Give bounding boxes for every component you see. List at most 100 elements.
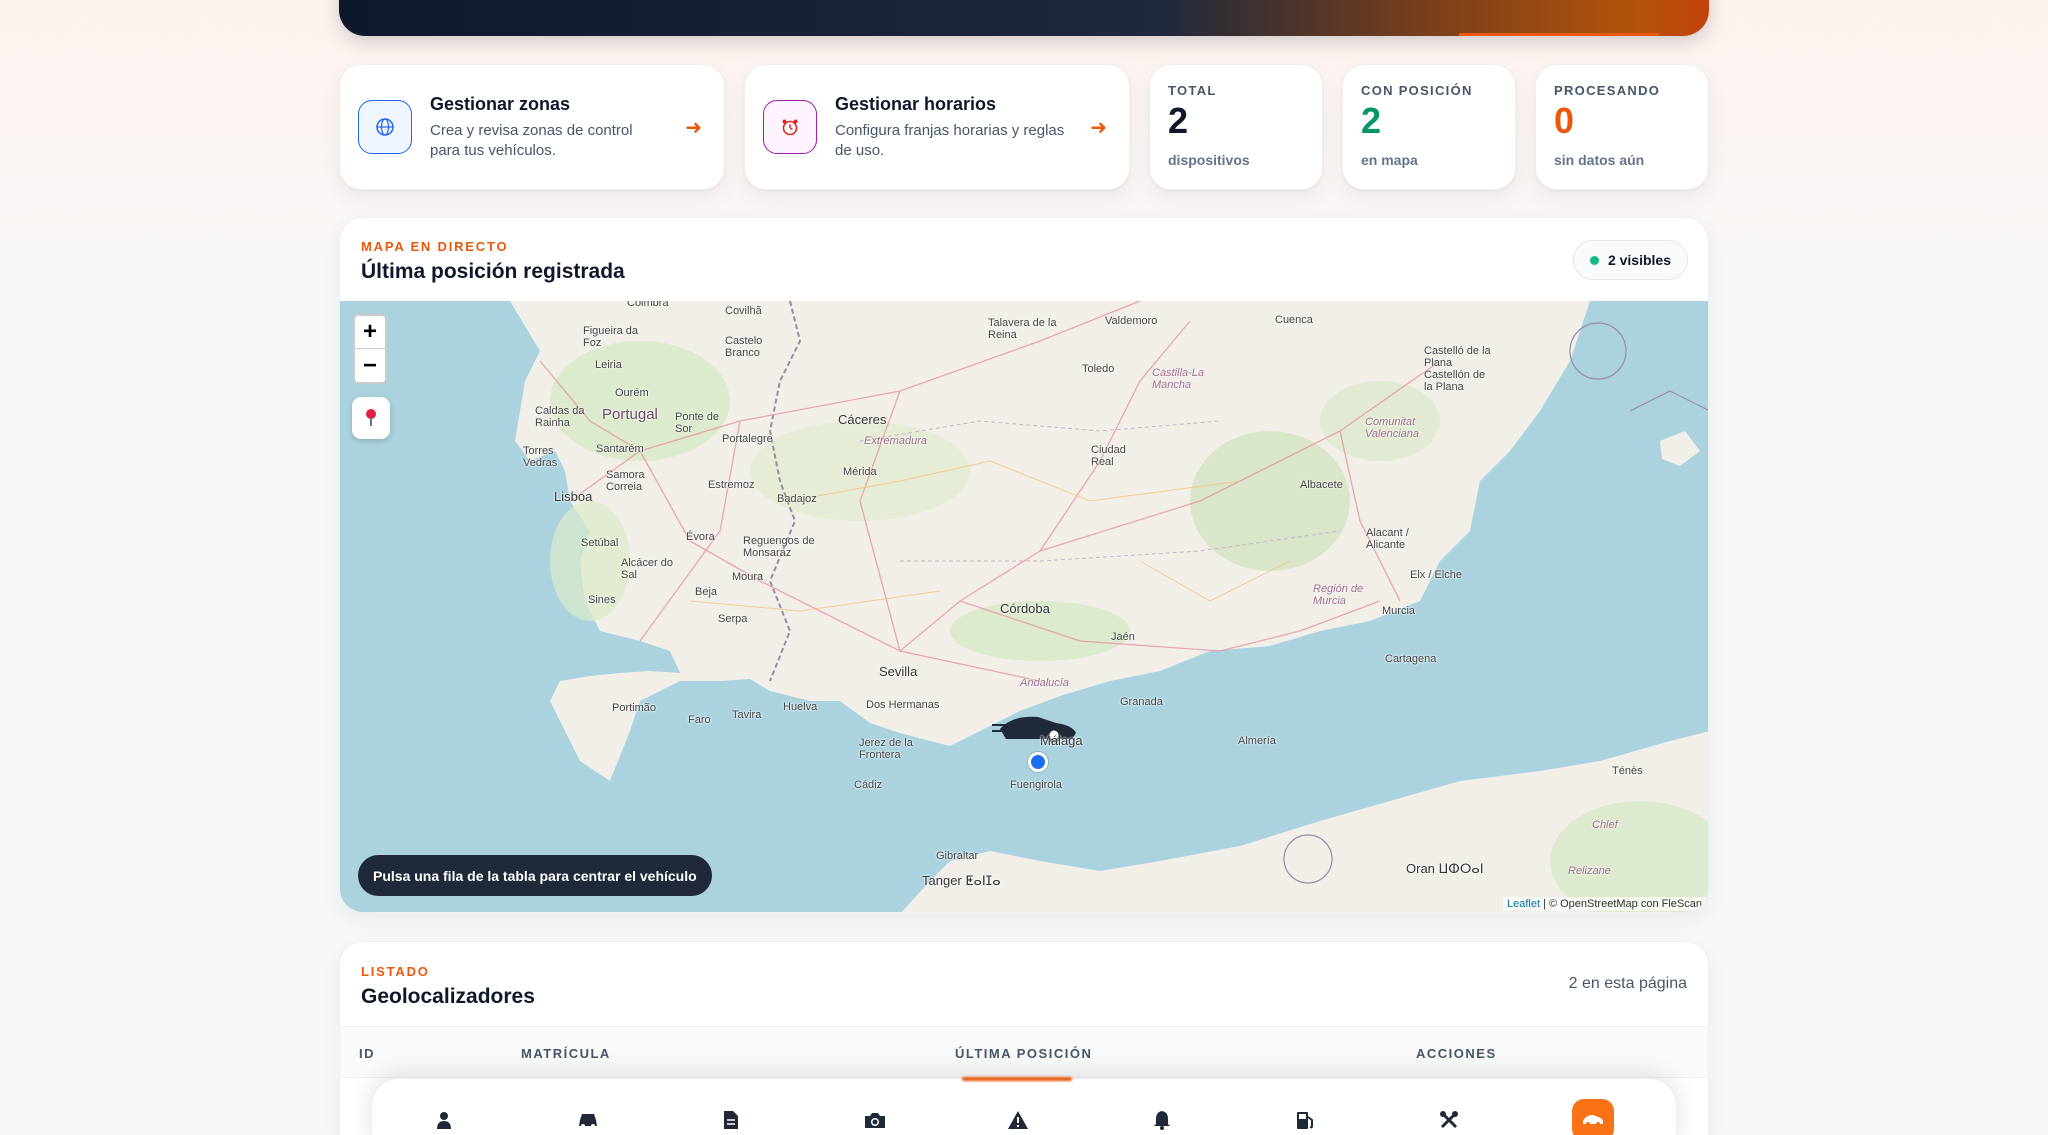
arrow-right-icon: ➜ bbox=[685, 116, 702, 139]
manage-schedules-title: Gestionar horarios bbox=[835, 93, 997, 114]
stat-sub: dispositivos bbox=[1168, 152, 1250, 168]
stat-value: 0 bbox=[1554, 100, 1575, 141]
manage-zones-card[interactable]: Gestionar zonas Crea y revisa zonas de c… bbox=[339, 64, 725, 190]
map-place-label: Extremadura bbox=[864, 435, 927, 447]
stat-sub: en mapa bbox=[1361, 152, 1418, 168]
stat-label: PROCESANDO bbox=[1554, 83, 1661, 98]
hero-banner bbox=[339, 0, 1709, 36]
map-kicker: MAPA EN DIRECTO bbox=[361, 239, 509, 254]
warning-icon[interactable] bbox=[997, 1099, 1039, 1135]
status-dot-icon bbox=[1589, 255, 1599, 265]
vehicle-icon[interactable] bbox=[1572, 1099, 1614, 1135]
vehicle-position-marker[interactable] bbox=[1028, 752, 1048, 772]
manage-schedules-desc: Configura franjas horarias y reglas de u… bbox=[835, 121, 1065, 159]
table-header: ID MATRÍCULA ÚLTIMA POSICIÓN ACCIONES bbox=[340, 1026, 1708, 1078]
fuel-icon[interactable] bbox=[1284, 1099, 1326, 1135]
map-place-label: Málaga bbox=[1040, 733, 1083, 748]
map-place-label: Andalucía bbox=[1020, 677, 1069, 689]
document-icon[interactable] bbox=[710, 1099, 752, 1135]
camera-icon[interactable] bbox=[854, 1099, 896, 1135]
map-place-label: Alacant / Alicante bbox=[1366, 527, 1409, 551]
map-place-label: Sevilla bbox=[879, 664, 918, 679]
map-place-label: Castelo Branco bbox=[725, 335, 763, 359]
map-place-label: Moura bbox=[732, 571, 764, 583]
map-place-label: Cuenca bbox=[1275, 314, 1313, 326]
map-place-label: Mérida bbox=[843, 466, 877, 478]
manage-zones-desc: Crea y revisa zonas de control para tus … bbox=[430, 121, 633, 159]
map-title: Última posición registrada bbox=[361, 260, 625, 283]
map-place-label: Cartagena bbox=[1385, 653, 1437, 665]
map-place-label: Samora Correia bbox=[606, 469, 645, 493]
map-place-label: Évora bbox=[686, 531, 715, 543]
bell-icon[interactable] bbox=[1141, 1099, 1183, 1135]
map-place-label: Toledo bbox=[1082, 363, 1115, 375]
map-place-label: Chlef bbox=[1592, 819, 1618, 831]
zoom-in-button[interactable]: + bbox=[355, 316, 385, 349]
visible-count-label: 2 visibles bbox=[1607, 252, 1671, 268]
map-place-label: Faro bbox=[688, 714, 711, 726]
map-place-label: Jaén bbox=[1111, 631, 1135, 643]
arrow-right-icon: ➜ bbox=[1090, 116, 1107, 139]
car-icon[interactable] bbox=[567, 1099, 609, 1135]
map-place-label: Castilla-La Mancha bbox=[1152, 367, 1204, 391]
map-place-label: Córdoba bbox=[1000, 601, 1050, 616]
map-place-label: Dos Hermanas bbox=[866, 699, 940, 711]
column-header-id[interactable]: ID bbox=[359, 1046, 375, 1061]
page-count-label: 2 en esta página bbox=[1568, 975, 1687, 992]
stat-label: CON POSICIÓN bbox=[1361, 83, 1473, 98]
map-place-label: Valdemoro bbox=[1105, 315, 1158, 327]
map-place-label: Albacete bbox=[1300, 479, 1343, 491]
map-place-label: Setúbal bbox=[581, 537, 619, 549]
map-place-label: Portugal bbox=[602, 406, 658, 423]
map-place-label: Talavera de la Reina bbox=[988, 317, 1057, 341]
map-place-label: Tavira bbox=[732, 709, 762, 721]
stat-with-position-card: CON POSICIÓN 2 en mapa bbox=[1342, 64, 1516, 190]
stat-value: 2 bbox=[1168, 100, 1189, 141]
visible-count-badge: 2 visibles bbox=[1572, 240, 1688, 280]
map-place-label: Portalegre bbox=[722, 433, 773, 445]
user-icon[interactable] bbox=[423, 1099, 465, 1135]
map-place-label: Leiria bbox=[595, 359, 622, 371]
map-canvas[interactable]: Coimbra Covilhã Figueira da Foz Leiria O… bbox=[340, 301, 1708, 912]
map-place-label: Santarém bbox=[596, 443, 644, 455]
zoom-control: + − bbox=[353, 314, 387, 384]
tools-icon[interactable] bbox=[1428, 1099, 1470, 1135]
map-place-label: Gibraltar bbox=[936, 850, 979, 862]
list-title: Geolocalizadores bbox=[361, 985, 535, 1008]
map-place-label: Reguengos de Monsaraz bbox=[743, 535, 815, 559]
map-place-label: Caldas da Rainha bbox=[535, 405, 585, 429]
map-place-label: Figueira da Foz bbox=[583, 325, 639, 349]
map-hint-label: Pulsa una fila de la tabla para centrar … bbox=[358, 855, 712, 896]
map-place-label: Granada bbox=[1120, 696, 1163, 708]
stat-processing-card: PROCESANDO 0 sin datos aún bbox=[1535, 64, 1709, 190]
column-header-actions: ACCIONES bbox=[1416, 1046, 1497, 1061]
map-place-label: Ponte de Sor bbox=[675, 411, 720, 435]
map-attribution: Leaflet | © OpenStreetMap con FleScan bbox=[1502, 897, 1706, 911]
column-header-last-position[interactable]: ÚLTIMA POSICIÓN bbox=[955, 1046, 1092, 1061]
map-place-label: Alcácer do Sal bbox=[621, 557, 673, 581]
map-place-label: Cáceres bbox=[838, 412, 887, 427]
stat-label: TOTAL bbox=[1168, 83, 1217, 98]
zoom-out-button[interactable]: − bbox=[355, 349, 385, 382]
locate-button[interactable] bbox=[352, 397, 390, 439]
map-place-label: Cádiz bbox=[854, 779, 883, 791]
column-header-plate[interactable]: MATRÍCULA bbox=[521, 1046, 611, 1061]
map-place-label: Oran ⵡⵀⵔⴰⵏ bbox=[1406, 861, 1484, 876]
live-map-panel: MAPA EN DIRECTO Última posición registra… bbox=[339, 217, 1709, 913]
map-place-label: Covilhã bbox=[725, 305, 762, 317]
map-place-label: Torres Vedras bbox=[523, 445, 558, 469]
manage-schedules-card[interactable]: Gestionar horarios Configura franjas hor… bbox=[744, 64, 1130, 190]
map-place-label: Ciudad Real bbox=[1091, 444, 1126, 468]
map-place-label: Castelló de la Plana Castellón de la Pla… bbox=[1424, 345, 1491, 393]
map-place-label: Almería bbox=[1238, 735, 1276, 747]
map-place-label: Relizane bbox=[1568, 865, 1611, 877]
map-place-label: Comunitat Valenciana bbox=[1365, 416, 1420, 440]
manage-zones-title: Gestionar zonas bbox=[430, 93, 571, 114]
list-kicker: LISTADO bbox=[361, 964, 430, 979]
map-place-label: Ténès bbox=[1612, 765, 1643, 777]
map-pin-icon bbox=[366, 409, 376, 426]
map-place-label: Beja bbox=[695, 586, 718, 598]
alarm-clock-icon bbox=[763, 100, 817, 154]
map-place-label: Sines bbox=[588, 594, 616, 606]
leaflet-link[interactable]: Leaflet bbox=[1507, 898, 1540, 910]
